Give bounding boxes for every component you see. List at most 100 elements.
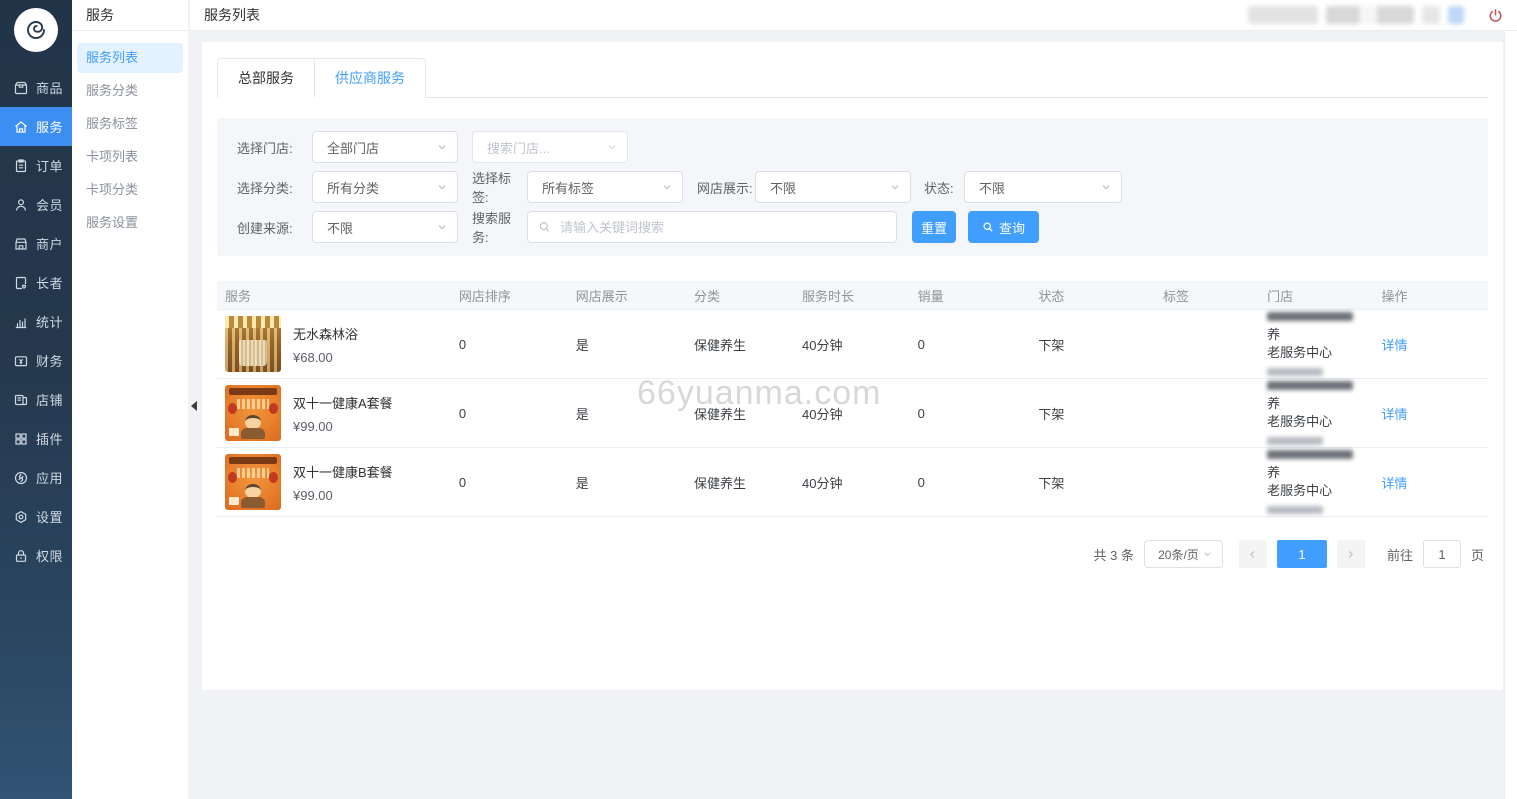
shop-sort-value: 0 <box>451 337 568 352</box>
sidebar-item-label: 店铺 <box>36 390 63 409</box>
sidebar-item-shop[interactable]: 店铺 <box>0 380 72 419</box>
chevron-right-icon <box>1345 549 1356 560</box>
tab-supplier-services[interactable]: 供应商服务 <box>314 58 426 98</box>
chevron-down-icon <box>1202 549 1213 560</box>
store-select-value: 全部门店 <box>327 138 379 157</box>
search-service-label: 搜索服务: <box>472 208 527 246</box>
detail-link[interactable]: 详情 <box>1382 338 1408 353</box>
redacted-text <box>1267 381 1353 390</box>
permissions-icon <box>13 548 29 564</box>
shop-show-value: 是 <box>568 473 686 492</box>
store-search-placeholder: 搜索门店... <box>487 138 550 157</box>
sidebar-item-label: 长者 <box>36 273 63 292</box>
source-filter-label: 创建来源: <box>237 218 312 237</box>
sidebar-item-service-settings[interactable]: 服务设置 <box>77 208 183 238</box>
column-header-shop-sort: 网店排序 <box>451 286 568 305</box>
sidebar-item-finance[interactable]: 财务 <box>0 341 72 380</box>
sidebar-item-stats[interactable]: 统计 <box>0 302 72 341</box>
store-select[interactable]: 全部门店 <box>312 131 458 163</box>
service-name: 双十一健康A套餐 <box>293 393 393 412</box>
sidebar-item-card-list[interactable]: 卡项列表 <box>77 142 183 172</box>
sidebar-item-apps[interactable]: 应用 <box>0 458 72 497</box>
filter-row-2: 选择分类: 所有分类 选择标签: 所有标签 网店展示: 不限 状态: 不限 <box>237 171 1488 203</box>
status-value: 下架 <box>1030 473 1155 492</box>
query-button[interactable]: 查询 <box>968 211 1039 243</box>
service-price: ¥99.00 <box>293 488 393 503</box>
secondary-sidebar-list: 服务列表 服务分类 服务标签 卡项列表 卡项分类 服务设置 <box>72 31 188 238</box>
page-number-button[interactable]: 1 <box>1277 540 1327 568</box>
tag-select[interactable]: 所有标签 <box>527 171 683 203</box>
detail-link[interactable]: 详情 <box>1382 407 1408 422</box>
shop-show-select[interactable]: 不限 <box>755 171 911 203</box>
shop-show-select-value: 不限 <box>770 178 796 197</box>
next-page-button[interactable] <box>1337 540 1365 568</box>
column-header-status: 状态 <box>1030 286 1155 305</box>
sidebar-item-service-list[interactable]: 服务列表 <box>77 43 183 73</box>
sidebar-collapse-icon[interactable] <box>191 401 197 411</box>
sidebar-item-service-tags[interactable]: 服务标签 <box>77 109 183 139</box>
store-value: 养 老服务中心 <box>1259 376 1373 450</box>
chevron-down-icon <box>436 221 448 233</box>
sidebar-item-label: 商品 <box>36 78 63 97</box>
store-search-select[interactable]: 搜索门店... <box>472 131 628 163</box>
power-icon <box>1488 8 1503 23</box>
redacted-text <box>1267 368 1323 376</box>
reset-button[interactable]: 重置 <box>912 211 956 243</box>
main-sidebar: 商品 服务 订单 会员 商户 长者 统计 财务 店铺 插件 应用 设置 <box>0 0 72 799</box>
sidebar-item-services[interactable]: 服务 <box>0 107 72 146</box>
pagination: 共 3 条 20条/页 1 前往 页 <box>217 540 1488 568</box>
user-info-redacted <box>1248 6 1318 24</box>
logout-button[interactable] <box>1488 8 1503 23</box>
filter-block: 选择门店: 全部门店 搜索门店... 选择分类: 所有分类 选择标签: <box>217 118 1488 256</box>
chevron-down-icon <box>436 141 448 153</box>
goto-page-input[interactable] <box>1423 540 1461 568</box>
sidebar-item-goods[interactable]: 商品 <box>0 68 72 107</box>
sidebar-item-card-category[interactable]: 卡项分类 <box>77 175 183 205</box>
source-select[interactable]: 不限 <box>312 211 458 243</box>
table-row: 双十一健康B套餐 ¥99.00 0 是 保健养生 40分钟 0 下架 养 老服务… <box>217 448 1488 517</box>
status-select[interactable]: 不限 <box>964 171 1122 203</box>
status-select-value: 不限 <box>979 178 1005 197</box>
sidebar-item-merchants[interactable]: 商户 <box>0 224 72 263</box>
members-icon <box>13 197 29 213</box>
topbar: 服务列表 <box>190 0 1517 31</box>
tag-select-value: 所有标签 <box>542 178 594 197</box>
user-info-redacted <box>1422 6 1440 24</box>
sidebar-item-members[interactable]: 会员 <box>0 185 72 224</box>
store-value: 养 老服务中心 <box>1259 307 1373 381</box>
redacted-text <box>1267 506 1323 514</box>
prev-page-button[interactable] <box>1239 540 1267 568</box>
sidebar-item-elders[interactable]: 长者 <box>0 263 72 302</box>
service-search-input[interactable] <box>560 220 886 235</box>
filter-row-3: 创建来源: 不限 搜索服务: 重置 查询 <box>237 211 1488 243</box>
column-header-category: 分类 <box>686 286 794 305</box>
shop-show-filter-label: 网店展示: <box>697 178 755 197</box>
service-name: 无水森林浴 <box>293 324 358 343</box>
merchants-icon <box>13 236 29 252</box>
detail-link[interactable]: 详情 <box>1382 476 1408 491</box>
search-icon <box>982 221 994 233</box>
app-logo[interactable] <box>14 8 58 52</box>
secondary-sidebar-title: 服务 <box>72 0 188 31</box>
main-content: 总部服务 供应商服务 选择门店: 全部门店 搜索门店... 选择分类: 所有分类 <box>190 31 1504 799</box>
chevron-down-icon <box>1100 181 1112 193</box>
plugins-icon <box>13 431 29 447</box>
service-icon <box>13 119 29 135</box>
sidebar-item-plugins[interactable]: 插件 <box>0 419 72 458</box>
duration-value: 40分钟 <box>794 473 910 492</box>
sidebar-item-permissions[interactable]: 权限 <box>0 536 72 575</box>
sidebar-item-service-category[interactable]: 服务分类 <box>77 76 183 106</box>
sidebar-item-orders[interactable]: 订单 <box>0 146 72 185</box>
column-header-duration: 服务时长 <box>794 286 910 305</box>
tab-headquarters-services[interactable]: 总部服务 <box>217 58 314 98</box>
services-table: 服务 网店排序 网店展示 分类 服务时长 销量 状态 标签 门店 操作 无水森林… <box>217 281 1488 517</box>
user-info-redacted <box>1326 6 1414 24</box>
shop-sort-value: 0 <box>451 475 568 490</box>
scrollbar-track[interactable] <box>1504 31 1517 799</box>
page-size-select[interactable]: 20条/页 <box>1144 540 1223 568</box>
page-title: 服务列表 <box>204 5 260 25</box>
sidebar-item-settings[interactable]: 设置 <box>0 497 72 536</box>
page-unit-label: 页 <box>1471 545 1484 564</box>
sidebar-item-label: 订单 <box>36 156 63 175</box>
category-select[interactable]: 所有分类 <box>312 171 458 203</box>
